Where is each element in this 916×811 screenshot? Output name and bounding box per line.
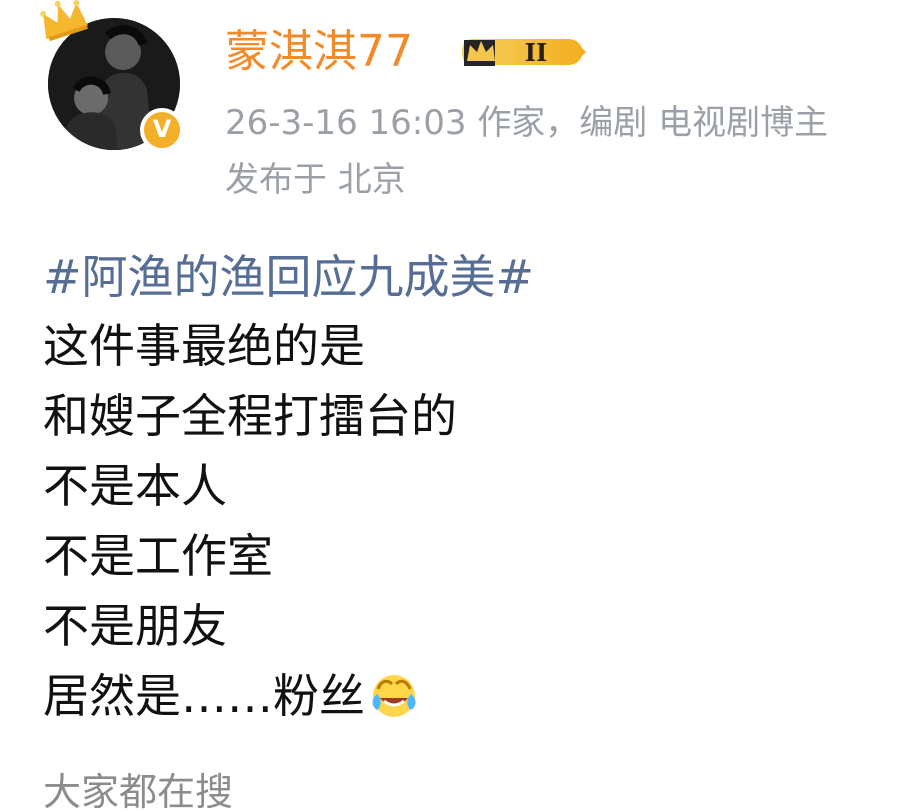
text-line-5: 不是朋友 xyxy=(43,599,227,653)
profile-note: 作家，编剧 电视剧博主 xyxy=(477,103,829,143)
hashtag-link[interactable]: #阿渔的渔回应九成美# xyxy=(43,243,903,311)
post-meta: 26-3-16 16:03 作家，编剧 电视剧博主 xyxy=(225,100,916,146)
timestamp: 26-3-16 16:03 xyxy=(225,103,467,143)
footer-fade xyxy=(723,766,903,811)
text-line-3: 不是本人 xyxy=(43,459,227,513)
text-line-4: 不是工作室 xyxy=(43,529,273,583)
location: 发布于 北京 xyxy=(225,160,406,200)
text-line-6-label: 居然是……粉丝 xyxy=(43,669,365,723)
text-line-2: 和嫂子全程打擂台的 xyxy=(43,389,457,443)
footer-search-section: 大家都在搜 xyxy=(43,766,903,811)
text-line-6: 居然是……粉丝 xyxy=(43,661,419,731)
avatar-wrapper[interactable]: V xyxy=(40,0,184,152)
vip-badge[interactable]: II xyxy=(454,30,590,74)
laugh-cry-icon xyxy=(372,675,416,717)
verified-badge-icon: V xyxy=(140,108,184,152)
vip-level-label: II xyxy=(525,38,547,67)
post-header: V 蒙淇淇77 II 26-3-16 16:03 作家，编剧 电视剧博主 发布于… xyxy=(0,0,916,220)
author-name[interactable]: 蒙淇淇77 xyxy=(225,26,413,78)
post-content: #阿渔的渔回应九成美# 这件事最绝的是 和嫂子全程打擂台的 不是本人 不是工作室… xyxy=(43,243,903,731)
text-line-1: 这件事最绝的是 xyxy=(43,319,365,373)
